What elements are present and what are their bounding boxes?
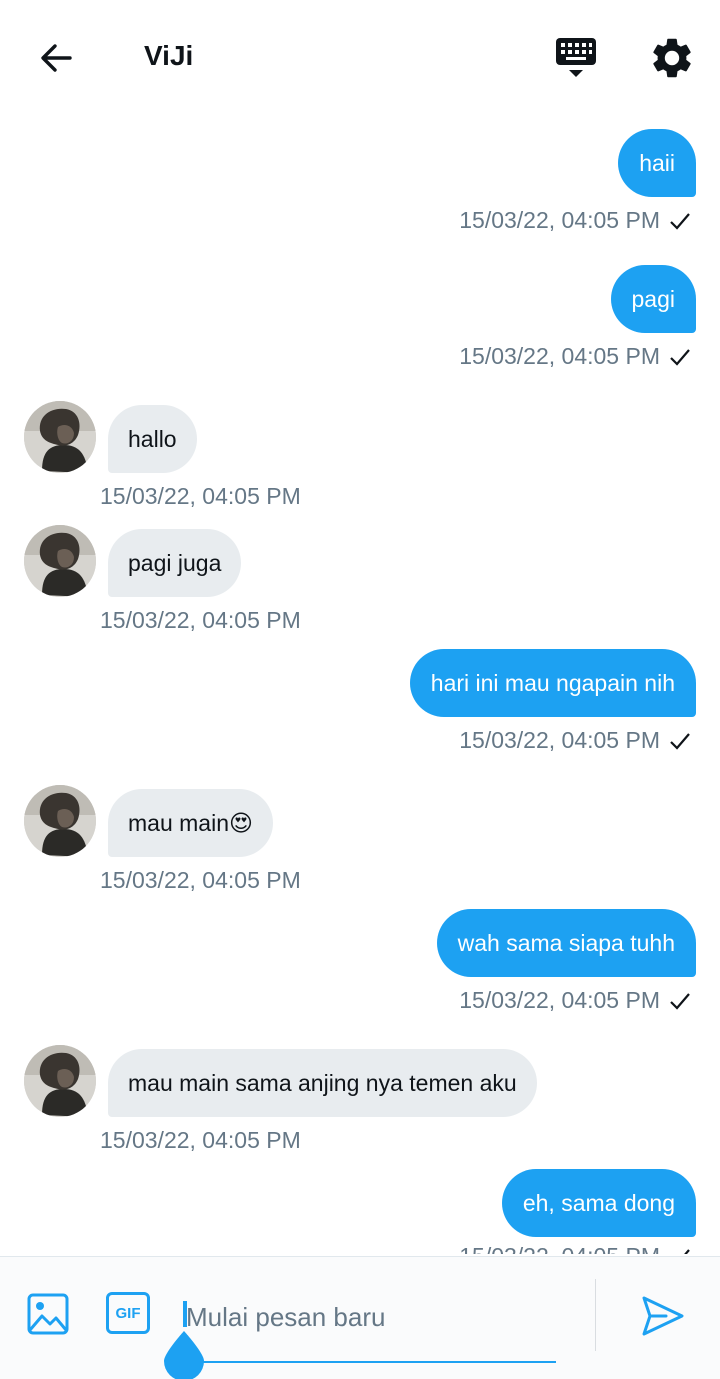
text-selection-handle[interactable] [162, 1329, 206, 1379]
avatar[interactable] [24, 401, 96, 473]
keyboard-icon [556, 38, 596, 77]
send-icon [642, 1296, 684, 1336]
avatar[interactable] [24, 785, 96, 857]
outgoing-message-bubble[interactable]: hari ini mau ngapain nih [409, 649, 696, 717]
check-icon [670, 349, 690, 366]
avatar-photo [24, 1045, 96, 1117]
message-timestamp: 15/03/22, 04:05 PM [100, 867, 301, 893]
message-timestamp: 15/03/22, 04:05 PM [100, 483, 301, 509]
message-timestamp: 15/03/22, 04:05 PM [100, 607, 301, 633]
message-timestamp: 15/03/22, 04:05 PM [459, 207, 660, 233]
composer-divider [595, 1279, 596, 1351]
conversation-header: ViJi [0, 0, 720, 112]
message-composer: GIF [0, 1256, 720, 1379]
check-icon [670, 733, 690, 750]
add-image-button[interactable] [26, 1292, 70, 1336]
message-timestamp: 15/03/22, 04:05 PM [459, 343, 660, 369]
conversation-title: ViJi [144, 40, 194, 71]
message-timestamp: 15/03/22, 04:05 PM [100, 1127, 301, 1153]
image-icon [27, 1293, 69, 1335]
avatar-photo [24, 525, 96, 597]
gear-icon [653, 38, 691, 78]
send-button[interactable] [640, 1293, 686, 1339]
avatar[interactable] [24, 525, 96, 597]
check-icon [670, 993, 690, 1010]
message-timestamp: 15/03/22, 04:05 PM [459, 987, 660, 1013]
check-icon [670, 213, 690, 230]
message-timestamp: 15/03/22, 04:05 PM [459, 727, 660, 753]
incoming-message-bubble[interactable]: mau main😍 [108, 789, 273, 857]
gif-icon: GIF [106, 1292, 150, 1334]
outgoing-message-bubble[interactable]: pagi [610, 265, 696, 333]
avatar-photo [24, 785, 96, 857]
message-input[interactable] [186, 1295, 556, 1339]
message-timestamp: 15/03/22, 04:05 PM [459, 1243, 660, 1254]
settings-button[interactable] [648, 34, 696, 82]
input-underline [186, 1361, 556, 1363]
outgoing-message-bubble[interactable]: wah sama siapa tuhh [436, 909, 696, 977]
message-list[interactable]: haii 15/03/22, 04:05 PM pagi 15/03/22, 0… [0, 112, 720, 1254]
incoming-message-bubble[interactable]: mau main sama anjing nya temen aku [108, 1049, 537, 1117]
add-gif-button[interactable]: GIF [106, 1292, 150, 1336]
arrow-left-icon [41, 44, 72, 72]
keyboard-toggle-button[interactable] [552, 34, 600, 82]
avatar-photo [24, 401, 96, 473]
incoming-message-bubble[interactable]: pagi juga [108, 529, 242, 597]
incoming-message-bubble[interactable]: hallo [108, 405, 197, 473]
avatar[interactable] [24, 1045, 96, 1117]
outgoing-message-bubble[interactable]: haii [618, 129, 696, 197]
check-icon [684, 1249, 690, 1254]
back-button[interactable] [34, 36, 78, 80]
outgoing-message-bubble[interactable]: eh, sama dong [501, 1169, 696, 1237]
